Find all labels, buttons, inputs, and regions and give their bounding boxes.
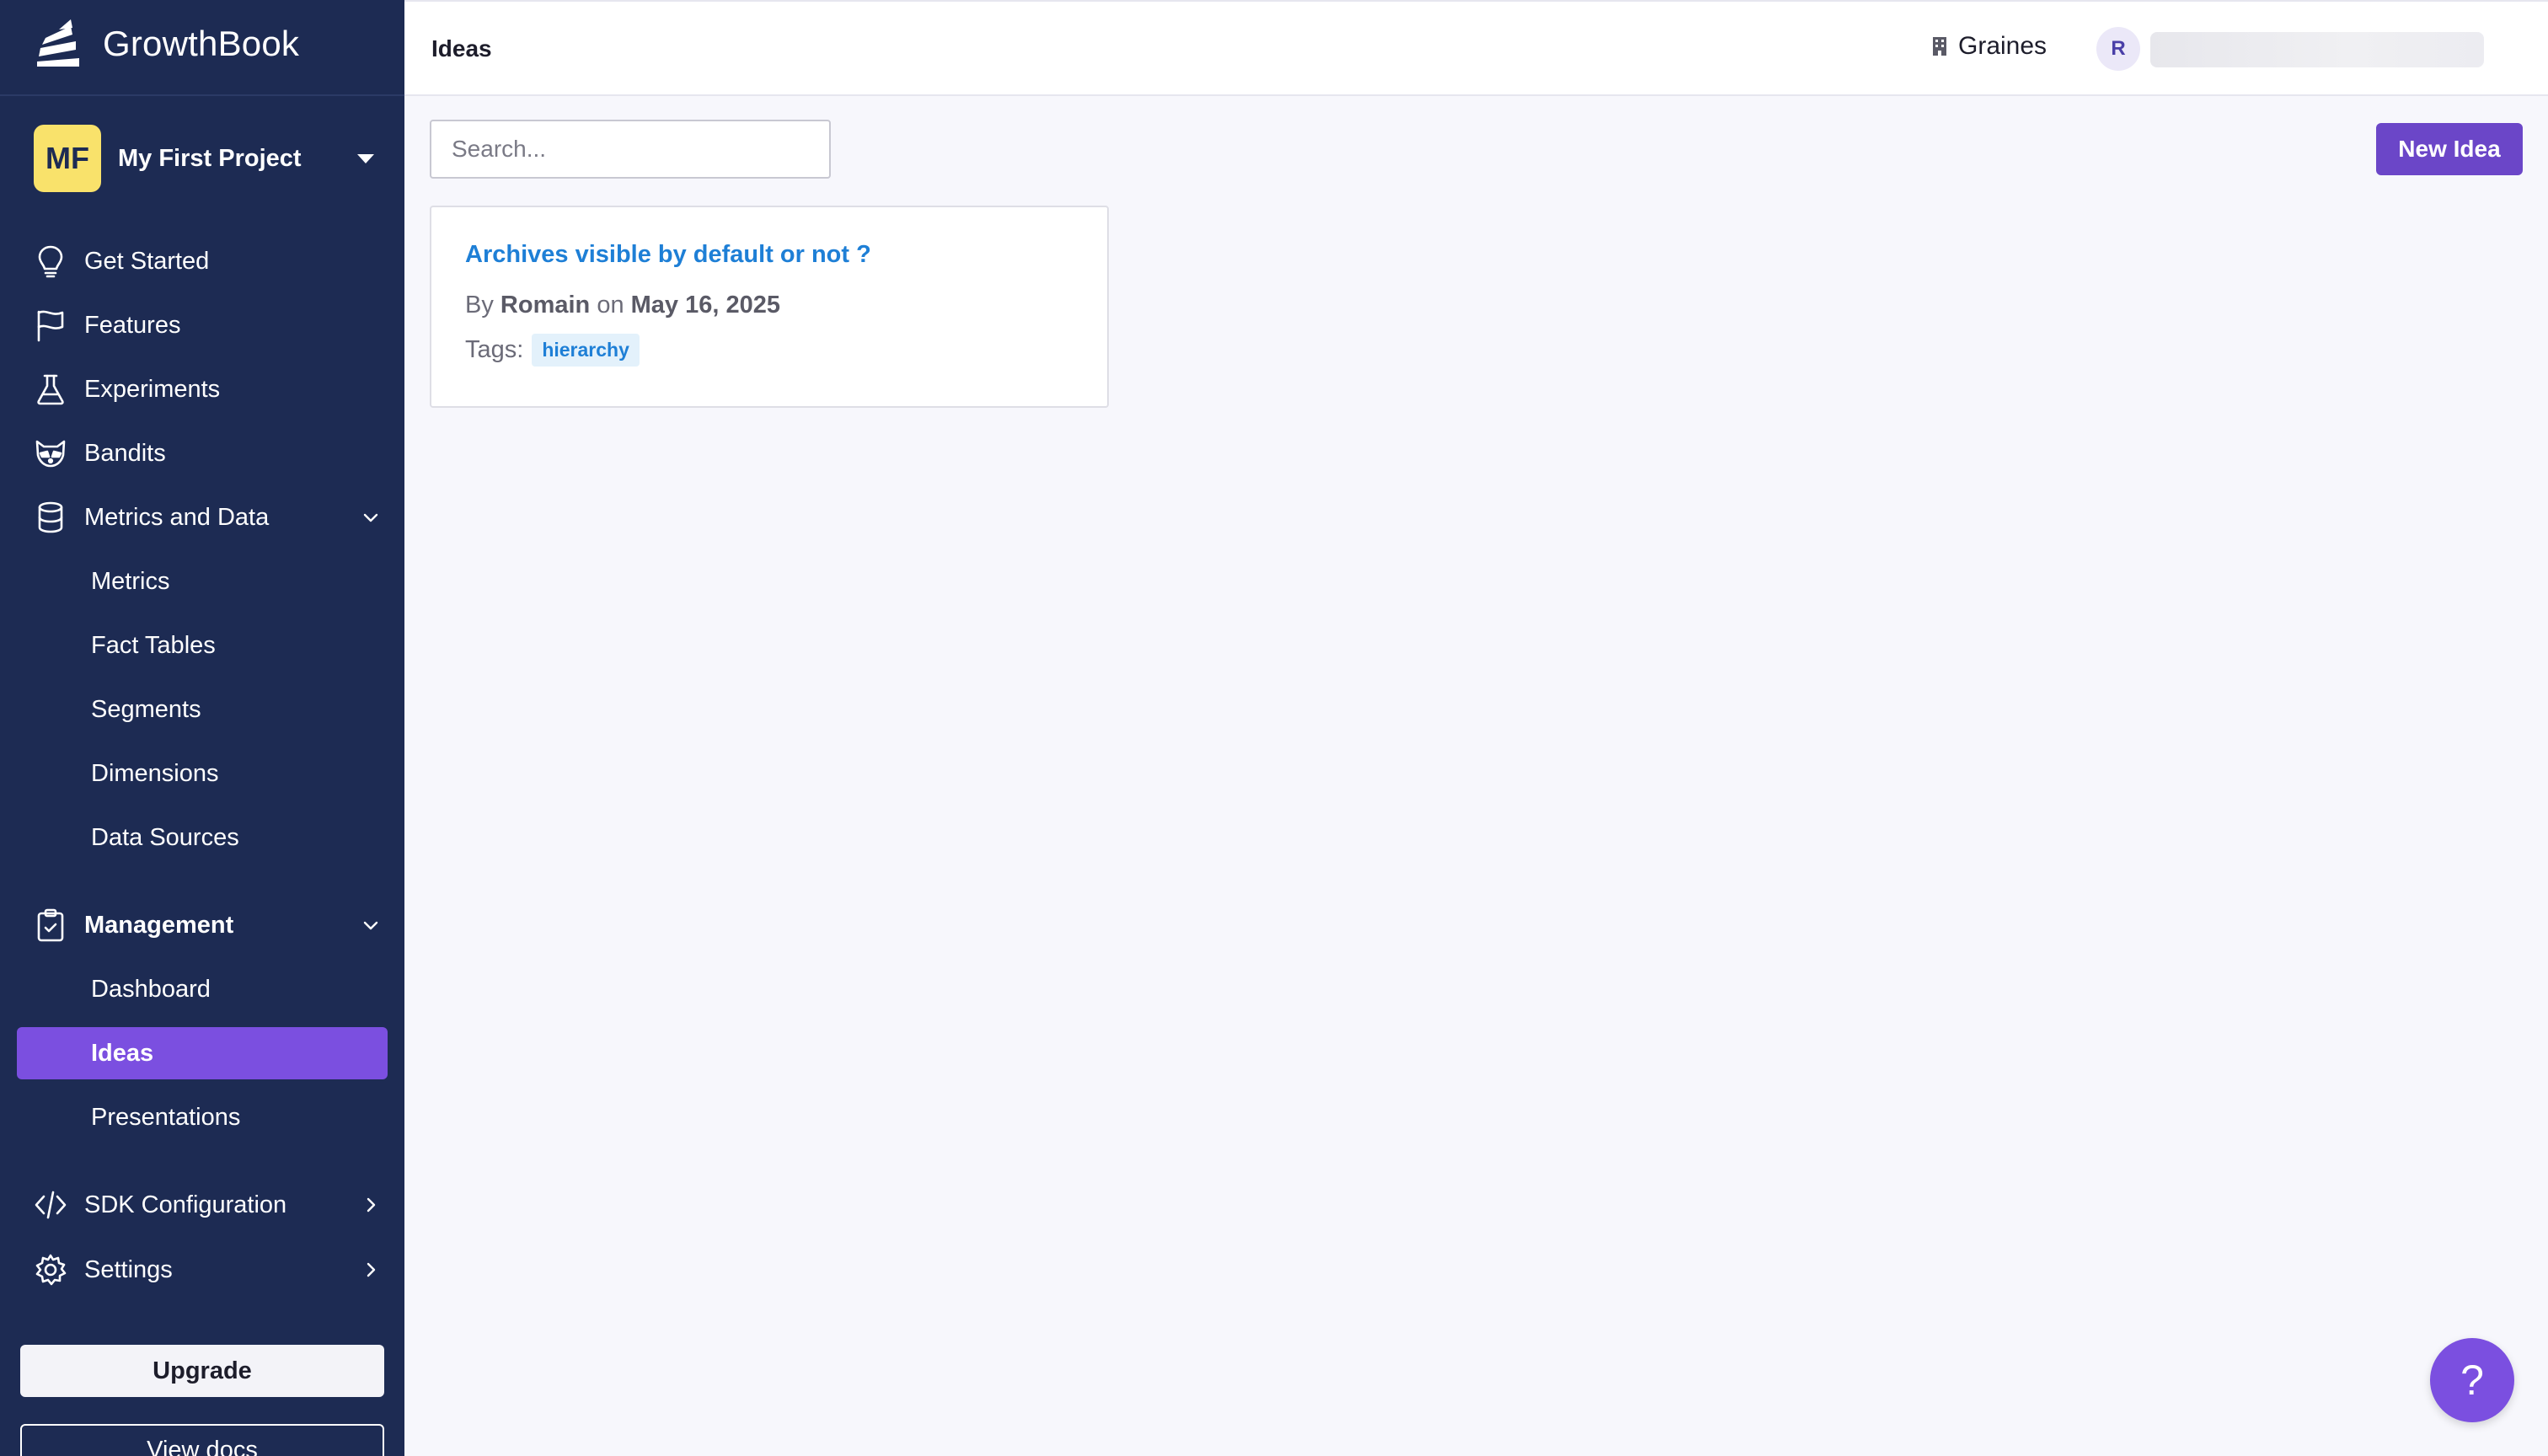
project-selector[interactable]: MF My First Project: [34, 125, 379, 192]
clipboard-check-icon: [17, 899, 84, 951]
code-icon: [17, 1179, 84, 1231]
sidebar-item-metrics-and-data[interactable]: Metrics and Data: [17, 491, 388, 543]
by-label: By: [465, 292, 494, 318]
sidebar-item-label: Management: [84, 911, 234, 939]
app-logo[interactable]: GrowthBook: [34, 13, 299, 74]
sidebar-item-experiments[interactable]: Experiments: [17, 363, 388, 415]
raccoon-icon: [17, 427, 84, 479]
tags-label: Tags:: [465, 336, 524, 363]
chevron-right-icon: [354, 1261, 388, 1279]
sidebar-item-bandits[interactable]: Bandits: [17, 427, 388, 479]
chevron-down-icon: [354, 916, 388, 934]
top-bar: Ideas Graines R: [404, 0, 2548, 96]
sidebar-item-dashboard[interactable]: Dashboard: [17, 963, 388, 1015]
caret-down-icon: [357, 153, 374, 163]
sidebar-item-label: Get Started: [84, 247, 210, 275]
sidebar-item-label: Experiments: [84, 375, 221, 403]
app-name: GrowthBook: [103, 24, 300, 63]
sidebar-divider: [0, 94, 404, 96]
user-avatar[interactable]: R: [2096, 27, 2140, 71]
flask-icon: [17, 363, 84, 415]
sidebar-item-label: Settings: [84, 1255, 173, 1283]
sidebar-item-label: SDK Configuration: [84, 1191, 287, 1218]
growthbook-logo-icon: [37, 19, 79, 67]
idea-tags: Tags: hierarchy: [465, 334, 640, 367]
sidebar-item-label: Features: [84, 311, 181, 339]
on-label: on: [597, 292, 624, 318]
sidebar-item-settings[interactable]: Settings: [17, 1244, 388, 1296]
flag-icon: [17, 299, 84, 351]
idea-meta: By Romain on May 16, 2025: [465, 292, 780, 319]
sidebar-item-label: Bandits: [84, 439, 166, 467]
help-button[interactable]: ?: [2430, 1338, 2514, 1422]
sidebar-item-sdk-configuration[interactable]: SDK Configuration: [17, 1179, 388, 1231]
sidebar-item-fact-tables[interactable]: Fact Tables: [17, 619, 388, 672]
sidebar-item-metrics[interactable]: Metrics: [17, 555, 388, 608]
sidebar-item-data-sources[interactable]: Data Sources: [17, 811, 388, 864]
chevron-right-icon: [354, 1196, 388, 1214]
user-name-redacted[interactable]: [2150, 32, 2484, 67]
organization-name: Graines: [1958, 32, 2048, 60]
lightbulb-icon: [17, 235, 84, 287]
chevron-down-icon: [354, 508, 388, 527]
sidebar-item-ideas[interactable]: Ideas: [17, 1027, 388, 1079]
organization-switcher[interactable]: Graines: [1931, 32, 2047, 61]
upgrade-button[interactable]: Upgrade: [20, 1345, 384, 1397]
page-title: Ideas: [431, 35, 492, 62]
gear-icon: [17, 1244, 84, 1296]
sidebar-item-dimensions[interactable]: Dimensions: [17, 747, 388, 800]
building-icon: [1933, 37, 1946, 56]
idea-card[interactable]: Archives visible by default or not ? By …: [430, 206, 1109, 408]
idea-date: May 16, 2025: [630, 292, 780, 318]
sidebar-item-management[interactable]: Management: [17, 899, 388, 951]
sidebar-item-segments[interactable]: Segments: [17, 683, 388, 736]
project-avatar: MF: [34, 125, 101, 192]
sidebar-item-features[interactable]: Features: [17, 299, 388, 351]
new-idea-button[interactable]: New Idea: [2376, 123, 2523, 175]
sidebar-item-get-started[interactable]: Get Started: [17, 235, 388, 287]
project-name: My First Project: [118, 144, 302, 172]
search-input[interactable]: [430, 120, 831, 179]
sidebar: GrowthBook MF My First Project Get Start…: [0, 0, 404, 1456]
tag-badge[interactable]: hierarchy: [532, 334, 640, 367]
idea-author: Romain: [500, 292, 591, 318]
idea-title-link[interactable]: Archives visible by default or not ?: [465, 241, 871, 269]
database-icon: [17, 491, 84, 543]
sidebar-item-presentations[interactable]: Presentations: [17, 1091, 388, 1143]
sidebar-item-label: Metrics and Data: [84, 503, 270, 531]
view-docs-button[interactable]: View docs: [20, 1424, 384, 1456]
